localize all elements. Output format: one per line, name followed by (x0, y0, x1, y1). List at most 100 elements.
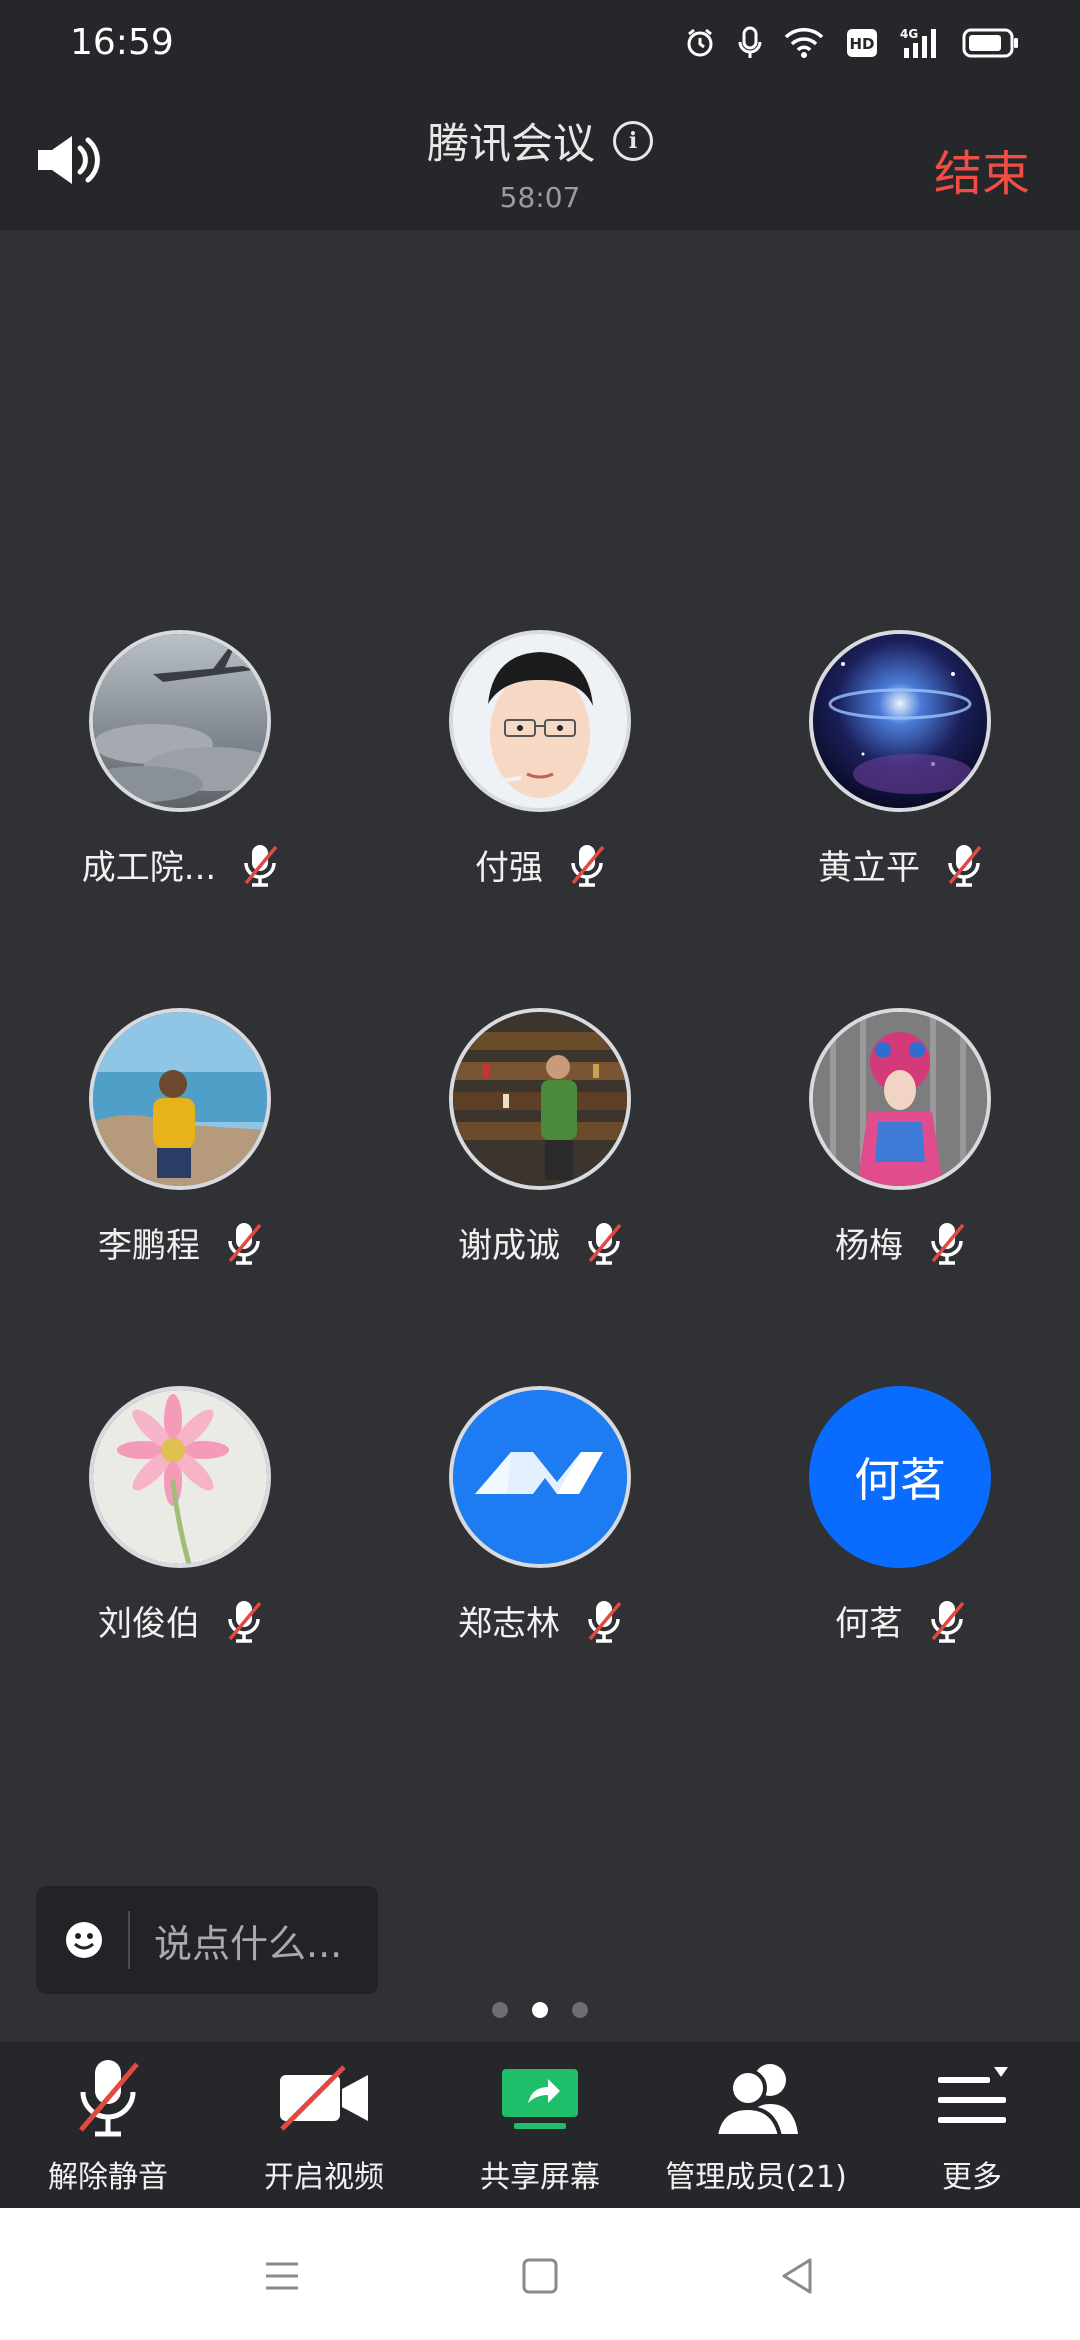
share-screen-button[interactable]: 共享屏幕 (432, 2042, 648, 2208)
avatar (449, 1008, 631, 1190)
participant-name: 郑志林 (458, 1604, 560, 1644)
manage-members-button[interactable]: 管理成员(21) (648, 2042, 864, 2208)
svg-text:4G: 4G (900, 27, 918, 41)
tencent-meeting-logo-icon (453, 1390, 627, 1564)
info-icon[interactable]: i (613, 120, 653, 161)
participant-name: 何茗 (835, 1604, 903, 1644)
hd-icon: HD (847, 29, 877, 57)
avatar (89, 630, 271, 812)
mic-muted-icon (571, 844, 605, 887)
participant-tile[interactable]: 郑志林 (360, 1386, 720, 1645)
participant-tile[interactable]: 付强 (360, 630, 720, 889)
mic-muted-icon (588, 1222, 622, 1265)
participant-tile[interactable]: 何茗 何茗 (720, 1386, 1080, 1645)
participant-tile[interactable]: 杨梅 (720, 1008, 1080, 1267)
more-label: 更多 (942, 2160, 1002, 2195)
mic-muted-icon (228, 1600, 262, 1643)
participant-name-row: 李鹏程 (0, 1218, 360, 1267)
mic-muted-icon (948, 844, 982, 887)
participant-name: 谢成诚 (458, 1226, 560, 1266)
system-nav-bar (0, 2208, 1080, 2340)
signal-4g-icon: 4G (900, 27, 936, 58)
mic-muted-icon (931, 1222, 965, 1265)
share-screen-label: 共享屏幕 (480, 2160, 600, 2195)
svg-text:HD: HD (849, 35, 874, 53)
person-store-image (453, 1012, 627, 1186)
start-video-button[interactable]: 开启视频 (216, 2042, 432, 2208)
participant-name: 刘俊伯 (98, 1604, 200, 1644)
meeting-title-text: 腾讯会议 (426, 119, 595, 168)
video-off-icon (280, 2065, 368, 2131)
meeting-header: 腾讯会议 i 58:07 结束 (0, 80, 1080, 230)
start-video-label: 开启视频 (264, 2160, 384, 2195)
meeting-timer: 58:07 (499, 181, 581, 214)
participant-name-row: 郑志林 (360, 1596, 720, 1645)
participant-name-row: 黄立平 (720, 840, 1080, 889)
mic-muted-icon (588, 1600, 622, 1643)
pink-flower-image (93, 1390, 267, 1564)
more-menu-icon (938, 2067, 1008, 2123)
page-dot-active[interactable] (532, 2002, 548, 2018)
avatar (809, 1008, 991, 1190)
participant-name-row: 成工院... (0, 840, 360, 889)
wifi-icon (784, 28, 824, 58)
share-screen-icon (502, 2069, 578, 2129)
mic-muted-icon (931, 1600, 965, 1643)
chat-divider (128, 1911, 130, 1969)
person-seaside-image (93, 1012, 267, 1186)
participant-name-row: 刘俊伯 (0, 1596, 360, 1645)
opera-costume-image (813, 1012, 987, 1186)
participant-name-row: 杨梅 (720, 1218, 1080, 1267)
chat-placeholder: 说点什么... (154, 1921, 343, 1966)
alarm-icon (687, 28, 713, 57)
avatar (449, 1386, 631, 1568)
battery-icon (962, 28, 1018, 58)
menu-nav-icon[interactable] (252, 2246, 312, 2306)
mic-muted-icon (79, 2060, 139, 2137)
avatar: 何茗 (809, 1386, 991, 1568)
participant-tile[interactable]: 黄立平 (720, 630, 1080, 889)
mic-icon (738, 26, 762, 58)
avatar (809, 630, 991, 812)
participant-tile[interactable]: 刘俊伯 (0, 1386, 360, 1645)
manage-members-label: 管理成员(21) (665, 2160, 847, 2195)
unmute-button[interactable]: 解除静音 (0, 2042, 216, 2208)
chat-input[interactable]: 说点什么... (36, 1886, 378, 1994)
mic-muted-icon (244, 844, 278, 887)
status-icons: HD 4G (684, 26, 1020, 60)
status-time: 16:59 (70, 22, 174, 63)
more-button[interactable]: 更多 (864, 2042, 1080, 2208)
cartoon-face-image (453, 634, 627, 808)
galaxy-image (813, 634, 987, 808)
participant-name: 黄立平 (818, 848, 920, 888)
participant-name: 成工院... (81, 848, 217, 888)
participant-name: 杨梅 (835, 1226, 903, 1266)
page-dot[interactable] (572, 2002, 588, 2018)
bottom-toolbar: 解除静音 开启视频 共享屏幕 管理成员(21) 更多 (0, 2042, 1080, 2208)
page-indicator (0, 2002, 1080, 2018)
avatar-text: 何茗 (854, 1453, 946, 1507)
end-meeting-button[interactable]: 结束 (934, 134, 1030, 204)
participant-name-row: 付强 (360, 840, 720, 889)
back-nav-icon[interactable] (768, 2246, 828, 2306)
airplane-clouds-image (93, 634, 267, 808)
unmute-label: 解除静音 (48, 2160, 168, 2195)
participant-name-row: 何茗 (720, 1596, 1080, 1645)
meeting-title[interactable]: 腾讯会议 i (427, 110, 653, 171)
avatar (89, 1008, 271, 1190)
participant-name: 付强 (475, 848, 543, 888)
participant-name-row: 谢成诚 (360, 1218, 720, 1267)
avatar (449, 630, 631, 812)
title-block: 腾讯会议 i 58:07 (0, 110, 1080, 214)
participant-name: 李鹏程 (98, 1226, 200, 1266)
participant-tile[interactable]: 成工院... (0, 630, 360, 889)
avatar (89, 1386, 271, 1568)
members-icon (713, 2064, 798, 2136)
home-nav-icon[interactable] (510, 2246, 570, 2306)
status-bar: 16:59 HD 4G (0, 0, 1080, 80)
emoji-icon[interactable] (64, 1920, 104, 1960)
participant-tile[interactable]: 谢成诚 (360, 1008, 720, 1267)
participant-tile[interactable]: 李鹏程 (0, 1008, 360, 1267)
page-dot[interactable] (492, 2002, 508, 2018)
mic-muted-icon (228, 1222, 262, 1265)
